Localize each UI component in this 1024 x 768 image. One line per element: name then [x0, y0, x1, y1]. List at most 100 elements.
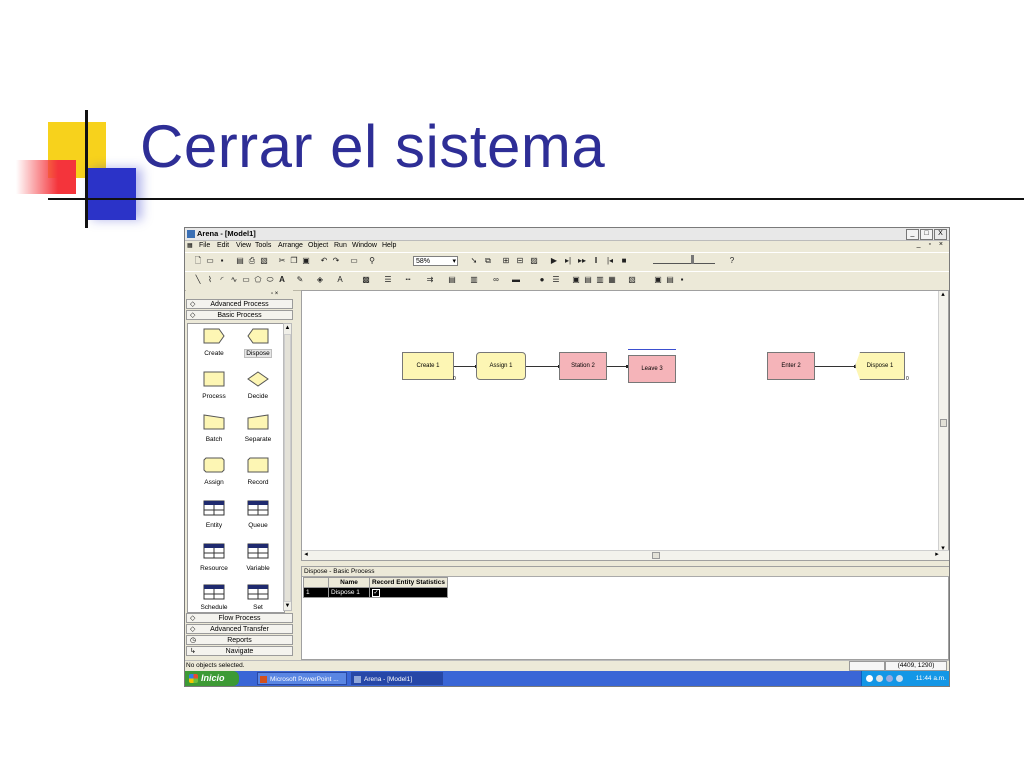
zoom-select[interactable]: 58%: [413, 256, 458, 267]
canvas-vertical-scrollbar[interactable]: ▴ ▾: [938, 291, 948, 553]
menu-arrange[interactable]: Arrange: [278, 242, 303, 249]
route-icon[interactable]: ▤: [665, 275, 675, 285]
animate-icon[interactable]: ⊟: [515, 256, 525, 266]
menu-edit[interactable]: Edit: [217, 242, 229, 249]
column-header-record-entity-statistics[interactable]: Record Entity Statistics: [369, 577, 448, 588]
scroll-up-icon[interactable]: ▲: [284, 324, 291, 332]
doc-icon[interactable]: ▦: [187, 242, 193, 249]
model-canvas[interactable]: Create 1 0 Assign 1 Station 2 Leave 3 En…: [301, 290, 949, 561]
line-width-icon[interactable]: ☰: [383, 275, 393, 285]
start-over-icon[interactable]: |◂: [605, 256, 615, 266]
panel-advanced-transfer[interactable]: ◇ Advanced Transfer: [186, 624, 293, 634]
show-dimensions-icon[interactable]: ▥: [469, 275, 479, 285]
record-statistics-cell[interactable]: ✓: [369, 587, 448, 598]
line-color-icon[interactable]: ✎: [295, 275, 305, 285]
maximize-button[interactable]: □: [920, 229, 933, 240]
queue-anim-icon[interactable]: ▬: [511, 275, 521, 285]
start-button[interactable]: Inicio: [185, 671, 239, 686]
minimize-button[interactable]: _: [906, 229, 919, 240]
connector[interactable]: [607, 365, 629, 368]
window-bg-icon[interactable]: ▩: [361, 275, 371, 285]
line-style-icon[interactable]: ┅: [403, 275, 413, 285]
fast-forward-icon[interactable]: ▸▸: [577, 256, 587, 266]
variable-icon[interactable]: ●: [537, 275, 547, 285]
date-anim-icon[interactable]: ▤: [583, 275, 593, 285]
bezier-icon[interactable]: ∿: [229, 275, 239, 285]
help-pointer-icon[interactable]: ?: [727, 256, 737, 266]
module-station-2[interactable]: Station 2: [559, 352, 607, 380]
panel-basic-process[interactable]: ◇ Basic Process: [186, 310, 293, 320]
canvas-horizontal-scrollbar[interactable]: ◂ ▸: [302, 550, 949, 560]
module-leave-3[interactable]: Leave 3: [628, 355, 676, 383]
fill-color-icon[interactable]: ◈: [315, 275, 325, 285]
layers-icon[interactable]: ⧉: [483, 256, 493, 266]
view-icon[interactable]: ▭: [349, 256, 359, 266]
link-icon[interactable]: ∞: [491, 275, 501, 285]
scroll-left-icon[interactable]: ◂: [302, 551, 310, 559]
menu-view[interactable]: View: [236, 242, 251, 249]
menu-object[interactable]: Object: [308, 242, 328, 249]
connector[interactable]: [454, 365, 478, 368]
task-powerpoint[interactable]: Microsoft PowerPoint ...: [257, 672, 347, 685]
scroll-right-icon[interactable]: ▸: [933, 551, 941, 559]
step-icon[interactable]: ▸|: [563, 256, 573, 266]
project-bar-controls-icon[interactable]: ▫ ×: [271, 291, 278, 297]
module-enter-2[interactable]: Enter 2: [767, 352, 815, 380]
network-icon[interactable]: [876, 675, 883, 682]
open-icon[interactable]: ▭: [205, 256, 215, 266]
column-header-name[interactable]: Name: [328, 577, 370, 588]
print-preview-icon[interactable]: ▧: [259, 256, 269, 266]
station-icon[interactable]: ▣: [653, 275, 663, 285]
pause-icon[interactable]: ‖: [591, 256, 601, 266]
zoom-icon[interactable]: ⚲: [367, 256, 377, 266]
undo-icon[interactable]: ↶: [319, 256, 329, 266]
menu-tools[interactable]: Tools: [255, 242, 271, 249]
fill-pattern-icon[interactable]: ▤: [447, 275, 457, 285]
redo-icon[interactable]: ↷: [331, 256, 341, 266]
save-icon[interactable]: ▪: [217, 256, 227, 266]
print-icon[interactable]: ⎙: [247, 256, 257, 266]
histogram-icon[interactable]: ▥: [595, 275, 605, 285]
paste-icon[interactable]: ▣: [301, 256, 311, 266]
go-icon[interactable]: ▶: [549, 256, 559, 266]
polyline-icon[interactable]: ⌇: [205, 275, 215, 285]
scroll-up-icon[interactable]: ▴: [939, 291, 947, 299]
box-icon[interactable]: ▭: [241, 275, 251, 285]
scroll-down-icon[interactable]: ▼: [284, 602, 291, 610]
clock-anim-icon[interactable]: ▣: [571, 275, 581, 285]
ellipse-icon[interactable]: ⬭: [265, 275, 275, 285]
template-attach-icon[interactable]: ▤: [235, 256, 245, 266]
mdi-controls-icon[interactable]: _ ▫ ×: [917, 241, 946, 248]
menu-run[interactable]: Run: [334, 242, 347, 249]
close-button[interactable]: X: [934, 229, 947, 240]
scroll-thumb[interactable]: [940, 419, 947, 427]
menu-file[interactable]: File: [199, 242, 210, 249]
menu-help[interactable]: Help: [382, 242, 396, 249]
record-statistics-checkbox[interactable]: ✓: [372, 588, 380, 597]
panel-navigate[interactable]: ↳ Navigate: [186, 646, 293, 656]
connector[interactable]: [526, 365, 561, 368]
scroll-thumb[interactable]: [652, 552, 660, 559]
scroll-thumb[interactable]: [284, 334, 291, 602]
connect-icon[interactable]: ➘: [469, 256, 479, 266]
end-icon[interactable]: ■: [619, 256, 629, 266]
segment-icon[interactable]: ▪: [677, 275, 687, 285]
arrow-style-icon[interactable]: ⇉: [425, 275, 435, 285]
name-cell[interactable]: Dispose 1: [328, 587, 370, 598]
text-icon[interactable]: A: [277, 275, 287, 285]
module-assign-1[interactable]: Assign 1: [476, 352, 526, 380]
resource-anim-icon[interactable]: ▧: [627, 275, 637, 285]
module-dispose-1[interactable]: Dispose 1: [855, 352, 905, 380]
tray-arrow-icon[interactable]: [866, 675, 873, 682]
submodel-icon[interactable]: ⊞: [501, 256, 511, 266]
volume-icon[interactable]: [886, 675, 893, 682]
copy-icon[interactable]: ❐: [289, 256, 299, 266]
cut-icon[interactable]: ✂: [277, 256, 287, 266]
storage-icon[interactable]: ☰: [551, 275, 561, 285]
panel-advanced-process[interactable]: ◇ Advanced Process: [186, 299, 293, 309]
animation-speed-slider[interactable]: [653, 255, 715, 264]
line-icon[interactable]: ╲: [193, 275, 203, 285]
row-number[interactable]: 1: [303, 587, 329, 598]
panel-flow-process[interactable]: ◇ Flow Process: [186, 613, 293, 623]
panel-reports[interactable]: ◷ Reports: [186, 635, 293, 645]
